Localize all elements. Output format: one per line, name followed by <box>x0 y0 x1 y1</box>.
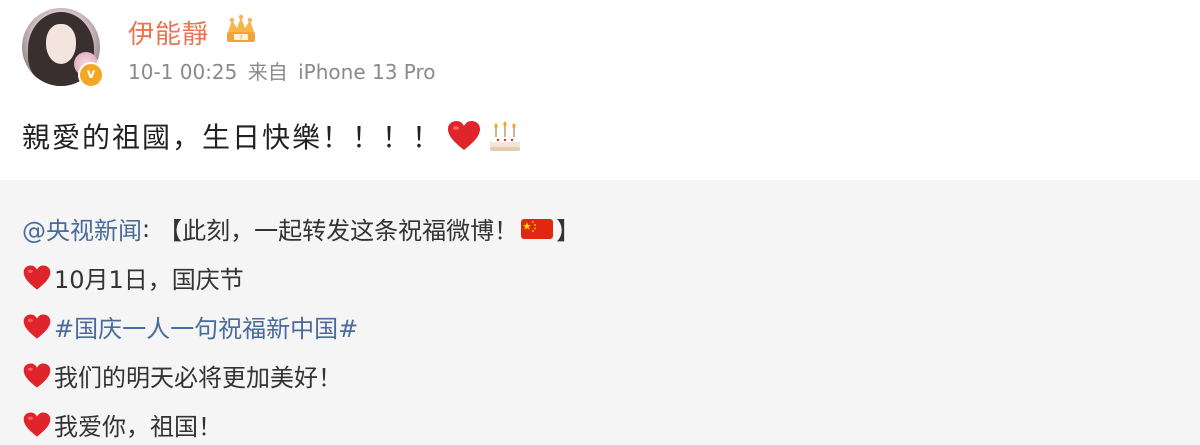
repost-title-end: 】 <box>556 217 581 245</box>
repost-author-link[interactable]: @央视新闻 <box>22 211 142 246</box>
avatar[interactable]: v <box>22 8 104 88</box>
timestamp[interactable]: 10-1 00:25 <box>128 60 237 84</box>
source-prefix: 来自 <box>247 60 288 84</box>
username-link[interactable]: 伊能靜 <box>128 14 209 51</box>
post-meta: 10-1 00:25 来自 iPhone 13 Pro <box>128 56 440 85</box>
repost-line-text: 我爱你，祖国！ <box>54 413 222 441</box>
heart-icon <box>23 412 51 437</box>
repost-line-3: 我们的明天必将更加美好！ <box>22 358 342 393</box>
heart-icon <box>23 363 51 388</box>
china-flag-icon <box>521 218 554 239</box>
source-device[interactable]: iPhone 13 Pro <box>298 60 435 84</box>
post-body: 親愛的祖國，生日快樂！！！！ <box>22 116 524 156</box>
verified-badge-icon: v <box>78 62 104 88</box>
crown-icon: 7 <box>227 14 255 42</box>
repost-line-text: 我们的明天必将更加美好！ <box>54 364 342 392</box>
repost-line-1: 10月1日，国庆节 <box>22 260 244 295</box>
heart-icon <box>23 314 51 339</box>
repost-card[interactable]: @央视新闻 : 【此刻，一起转发这条祝福微博！ 】 10月1日，国庆节 #国庆一… <box>0 180 1200 445</box>
post-header: v 伊能靜 7 10-1 00:25 来自 iPhone 13 Pro <box>0 0 1200 100</box>
birthday-cake-icon <box>490 121 521 151</box>
post-text: 親愛的祖國，生日快樂！！！！ <box>22 121 443 154</box>
heart-icon <box>23 265 51 290</box>
repost-line-text: 10月1日，国庆节 <box>54 266 244 294</box>
repost-line-4: 我爱你，祖国！ <box>22 407 222 442</box>
svg-text:7: 7 <box>239 35 243 42</box>
hashtag-link[interactable]: #国庆一人一句祝福新中国# <box>54 309 358 344</box>
repost-header-line: @央视新闻 : 【此刻，一起转发这条祝福微博！ 】 <box>22 211 580 246</box>
repost-title: 【此刻，一起转发这条祝福微博！ <box>158 217 519 245</box>
heart-icon <box>448 121 481 150</box>
repost-colon: : <box>142 214 151 243</box>
repost-line-2: #国庆一人一句祝福新中国# <box>22 309 358 344</box>
